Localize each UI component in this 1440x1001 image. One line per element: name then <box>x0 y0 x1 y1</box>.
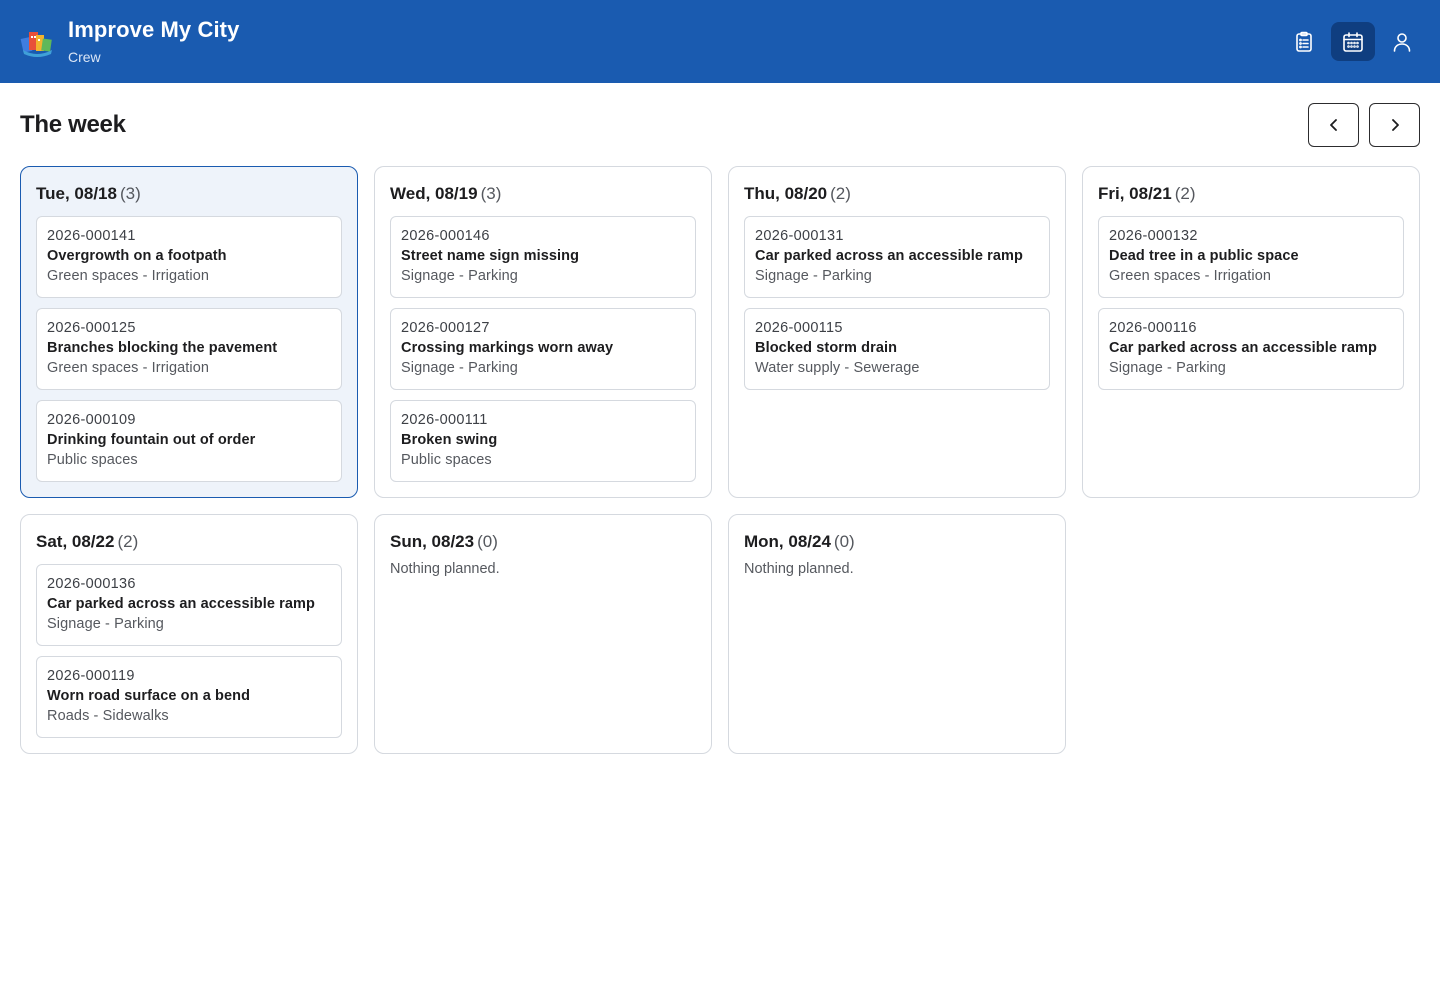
day-name: Fri, 08/21 <box>1098 184 1172 203</box>
app-subtitle: Crew <box>68 49 101 65</box>
task-category: Public spaces <box>401 452 492 468</box>
task-title: Car parked across an accessible ramp <box>47 596 315 612</box>
day-name: Thu, 08/20 <box>744 184 828 203</box>
chevron-left-icon <box>1329 119 1337 131</box>
day-header: Fri, 08/21 (2) <box>1098 183 1404 205</box>
task-card[interactable]: 2026-000127 Crossing markings worn away Si… <box>390 308 696 390</box>
day-header: Mon, 08/24 (0) <box>744 531 1050 553</box>
day-card: Sun, 08/23 (0) Nothing planned. <box>374 514 712 754</box>
task-category: Signage - Parking <box>401 360 518 376</box>
day-task-count: (2) <box>1174 184 1196 203</box>
previous-week-button[interactable] <box>1308 103 1359 147</box>
day-task-count: (0) <box>833 532 855 551</box>
day-name: Wed, 08/19 <box>390 184 478 203</box>
task-card[interactable]: 2026-000146 Street name sign missing Signa… <box>390 216 696 298</box>
task-card[interactable]: 2026-000131 Car parked across an accessib… <box>744 216 1050 298</box>
app-title: Improve My City <box>68 17 240 42</box>
day-task-count: (2) <box>117 532 139 551</box>
day-task-count: (0) <box>477 532 498 551</box>
task-card[interactable]: 2026-000111 Broken swing Public spaces <box>390 400 696 482</box>
chevron-right-icon <box>1391 119 1399 131</box>
task-id: 2026-000119 <box>47 668 135 684</box>
task-card[interactable]: 2026-000136 Car parked across an accessib… <box>36 564 342 646</box>
task-id: 2026-000125 <box>47 320 136 336</box>
day-name: Sun, 08/23 <box>390 532 475 551</box>
task-category: Water supply - Sewerage <box>755 360 920 376</box>
task-card[interactable]: 2026-000125 Branches blocking the pavemen… <box>36 308 342 390</box>
task-id: 2026-000131 <box>755 228 844 244</box>
task-id: 2026-000116 <box>1109 320 1197 336</box>
task-title: Broken swing <box>401 432 498 448</box>
day-task-count: (2) <box>830 184 851 203</box>
task-card[interactable]: 2026-000115 Blocked storm drain Water supp… <box>744 308 1050 390</box>
clipboard-icon <box>1296 31 1312 52</box>
page-title: The week <box>20 111 126 138</box>
week-toolbar: The week <box>20 103 1420 147</box>
week-grid: Tue, 08/18 (3) 2026-000141 Overgrowth on a … <box>20 166 1420 754</box>
task-title: Crossing markings worn away <box>401 340 614 356</box>
task-title: Car parked across an accessible ramp <box>1109 340 1377 356</box>
task-card[interactable]: 2026-000116 Car parked across an accessib… <box>1098 308 1404 390</box>
empty-day-message: Nothing planned. <box>390 561 500 577</box>
task-category: Signage - Parking <box>47 616 164 632</box>
task-card[interactable]: 2026-000119 Worn road surface on a bend Ro… <box>36 656 342 738</box>
task-title: Drinking fountain out of order <box>47 432 256 448</box>
day-card: Mon, 08/24 (0) Nothing planned. <box>728 514 1066 754</box>
day-card: Wed, 08/19 (3) 2026-000146 Street name sign… <box>374 166 712 498</box>
day-card: Thu, 08/20 (2) 2026-000131 Car parked acros… <box>728 166 1066 498</box>
task-id: 2026-000132 <box>1109 228 1198 244</box>
task-category: Roads - Sidewalks <box>47 708 169 724</box>
calendar-icon <box>1343 31 1363 52</box>
task-title: Worn road surface on a bend <box>47 688 251 704</box>
tasks-nav-button[interactable] <box>1282 22 1326 61</box>
task-id: 2026-000115 <box>755 320 843 336</box>
day-name: Mon, 08/24 <box>744 532 831 551</box>
day-header: Sun, 08/23 (0) <box>390 531 696 553</box>
task-title: Street name sign missing <box>401 248 580 264</box>
task-category: Signage - Parking <box>401 268 518 284</box>
user-icon <box>1393 32 1411 52</box>
day-name: Tue, 08/18 <box>36 184 117 203</box>
app-header: Improve My City Crew <box>0 0 1440 83</box>
day-header: Sat, 08/22 (2) <box>36 531 342 553</box>
task-title: Car parked across an accessible ramp <box>755 248 1023 264</box>
task-id: 2026-000146 <box>401 228 490 244</box>
task-card[interactable]: 2026-000132 Dead tree in a public space Gr… <box>1098 216 1404 298</box>
task-id: 2026-000141 <box>47 228 136 244</box>
day-header: Wed, 08/19 (3) <box>390 183 696 205</box>
day-task-count: (3) <box>119 184 141 203</box>
day-header: Thu, 08/20 (2) <box>744 183 1050 205</box>
next-week-button[interactable] <box>1369 103 1420 147</box>
city-logo-icon <box>20 31 52 57</box>
day-card: Fri, 08/21 (2) 2026-000132 Dead tree in a p… <box>1082 166 1420 498</box>
task-title: Overgrowth on a footpath <box>47 248 227 264</box>
day-task-count: (3) <box>480 184 502 203</box>
empty-day-message: Nothing planned. <box>744 561 854 577</box>
task-card[interactable]: 2026-000109 Drinking fountain out of orde… <box>36 400 342 482</box>
day-header: Tue, 08/18 (3) <box>36 183 342 205</box>
profile-nav-button[interactable] <box>1380 22 1424 61</box>
brand: Improve My City Crew <box>68 16 239 67</box>
day-card: Tue, 08/18 (3) 2026-000141 Overgrowth on a … <box>20 166 358 498</box>
day-card: Sat, 08/22 (2) 2026-000136 Car parked acros… <box>20 514 358 754</box>
calendar-nav-button[interactable] <box>1331 22 1375 61</box>
task-card[interactable]: 2026-000141 Overgrowth on a footpath Green… <box>36 216 342 298</box>
task-id: 2026-000111 <box>401 412 488 428</box>
task-title: Dead tree in a public space <box>1109 248 1299 264</box>
task-category: Green spaces - Irrigation <box>47 268 210 284</box>
task-category: Green spaces - Irrigation <box>1109 268 1272 284</box>
day-name: Sat, 08/22 <box>36 532 115 551</box>
task-id: 2026-000136 <box>47 576 136 592</box>
task-id: 2026-000127 <box>401 320 490 336</box>
task-category: Public spaces <box>47 452 138 468</box>
task-title: Branches blocking the pavement <box>47 340 278 356</box>
task-category: Signage - Parking <box>1109 360 1226 376</box>
task-category: Signage - Parking <box>755 268 872 284</box>
task-category: Green spaces - Irrigation <box>47 360 210 376</box>
week-pager <box>1298 103 1420 147</box>
task-title: Blocked storm drain <box>755 340 898 356</box>
task-id: 2026-000109 <box>47 412 136 428</box>
header-nav <box>1277 22 1424 61</box>
